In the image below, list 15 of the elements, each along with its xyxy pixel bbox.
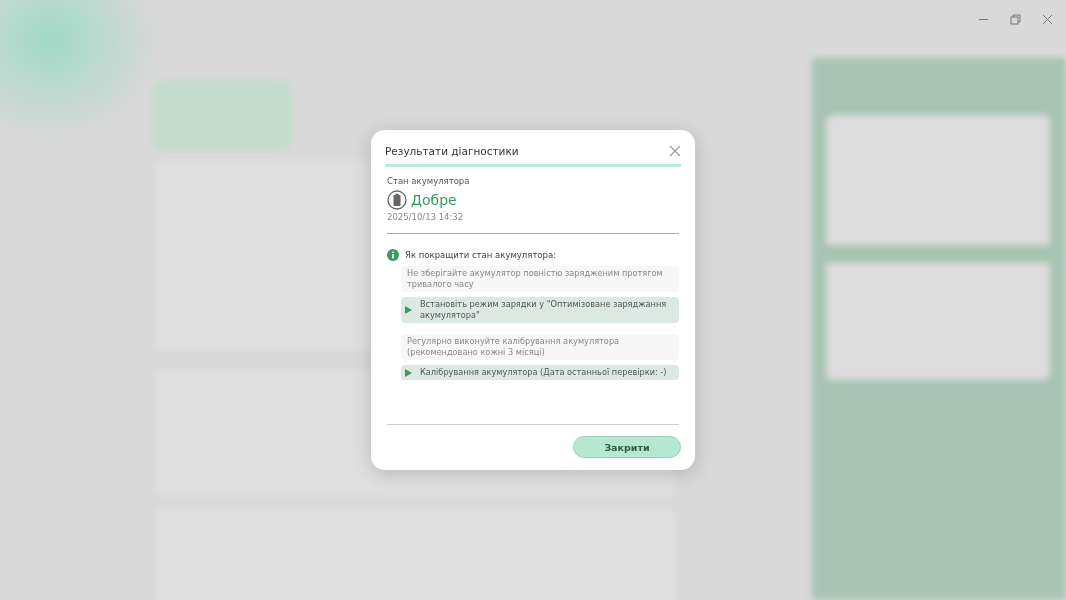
play-icon [405, 306, 412, 314]
tip-action[interactable]: Встановіть режим зарядки у "Оптимізоване заряджання акумулятора" [401, 297, 679, 323]
tip-text: Регулярно виконуйте калібрування акумулятора (рекомендовано кожні 3 місяці) [401, 334, 679, 360]
play-icon [405, 368, 412, 377]
close-button[interactable]: Закрити [573, 436, 681, 458]
tip-action[interactable]: Калібрування акумулятора (Дата останньої перевірки: -) [401, 365, 679, 380]
status-value: Добре [411, 192, 457, 208]
tip-text: Не зберігайте акумулятор повністю зарядженим протягом тривалого часу [401, 266, 679, 292]
battery-icon [387, 190, 407, 210]
info-icon [387, 249, 399, 261]
dialog-title: Результати діагностики [385, 145, 519, 157]
tips-heading: Як покращити стан акумулятора: [405, 250, 557, 260]
status-label: Стан акумулятора [387, 176, 471, 186]
close-icon[interactable] [669, 145, 681, 157]
timestamp: 2025/10/13 14:32 [387, 212, 465, 222]
